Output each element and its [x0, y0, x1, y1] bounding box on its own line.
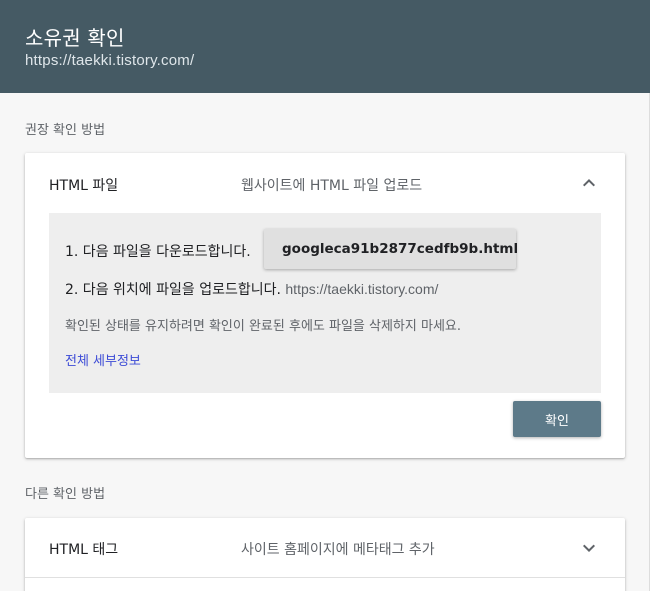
full-details-link[interactable]: 전체 세부정보 [65, 350, 141, 369]
html-file-instructions-panel: 1. 다음 파일을 다운로드합니다. googleca91b2877cedfb9… [49, 213, 601, 393]
keep-file-note: 확인된 상태를 유지하려면 확인이 완료된 후에도 파일을 삭제하지 마세요. [65, 319, 461, 334]
chevron-down-icon[interactable] [577, 536, 601, 560]
chevron-up-icon[interactable] [577, 171, 601, 195]
property-url: https://taekki.tistory.com/ [25, 52, 195, 69]
step-2-url: https://taekki.tistory.com/ [285, 281, 439, 297]
step-2-text: 2. 다음 위치에 파일을 업로드합니다. [65, 282, 281, 298]
step-2-row: 2. 다음 위치에 파일을 업로드합니다. https://taekki.tis… [65, 279, 438, 299]
html-tag-method-card[interactable]: HTML 태그 사이트 홈페이지에 메타태그 추가 [25, 518, 625, 591]
html-file-method-card: HTML 파일 웹사이트에 HTML 파일 업로드 1. 다음 파일을 다운로드… [25, 153, 625, 458]
card-divider [25, 577, 625, 578]
html-file-method-title[interactable]: HTML 파일 [49, 175, 118, 195]
dialog-title: 소유권 확인 [25, 26, 125, 50]
html-tag-method-description[interactable]: 사이트 홈페이지에 메타태그 추가 [241, 539, 435, 559]
dialog-content: 권장 확인 방법 HTML 파일 웹사이트에 HTML 파일 업로드 1. 다음… [0, 93, 650, 591]
html-tag-method-title[interactable]: HTML 태그 [49, 539, 118, 559]
other-methods-label: 다른 확인 방법 [25, 487, 106, 502]
verify-button[interactable]: 확인 [513, 401, 601, 437]
html-file-method-description[interactable]: 웹사이트에 HTML 파일 업로드 [241, 175, 422, 195]
download-file-button[interactable]: googleca91b2877cedfb9b.html [264, 229, 519, 269]
dialog-header: 소유권 확인 https://taekki.tistory.com/ [0, 0, 650, 93]
step-1-text: 1. 다음 파일을 다운로드합니다. [65, 244, 251, 260]
download-filename: googleca91b2877cedfb9b.html [282, 241, 519, 257]
recommended-method-label: 권장 확인 방법 [25, 123, 106, 138]
